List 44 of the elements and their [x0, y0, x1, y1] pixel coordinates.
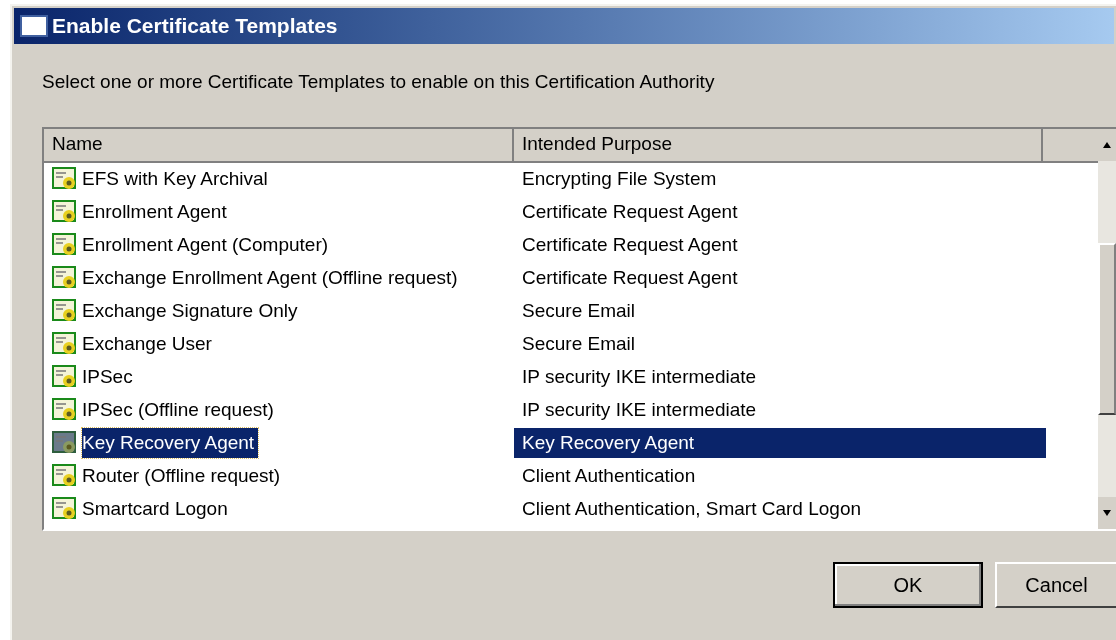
- template-name[interactable]: IPSec (Offline request): [82, 395, 278, 425]
- certificate-icon: [52, 200, 78, 224]
- template-name[interactable]: Enrollment Agent (Computer): [82, 230, 333, 260]
- certificate-icon: [52, 431, 78, 455]
- template-name[interactable]: IPSec: [82, 362, 137, 392]
- intended-purpose: IP security IKE intermediate: [521, 397, 758, 422]
- scroll-up-icon[interactable]: [1098, 128, 1116, 161]
- scrollbar[interactable]: [1098, 128, 1116, 529]
- intended-purpose: Secure Email: [521, 298, 636, 323]
- intended-purpose: Encrypting File System: [521, 166, 718, 191]
- window-icon: [20, 15, 48, 37]
- scroll-down-icon[interactable]: [1098, 496, 1116, 529]
- certificate-icon: [52, 332, 78, 356]
- intended-purpose: Secure Email: [521, 331, 636, 356]
- scroll-thumb[interactable]: [1098, 242, 1116, 415]
- column-header[interactable]: Name: [44, 128, 514, 163]
- template-name[interactable]: Exchange Enrollment Agent (Offline request): [82, 263, 462, 293]
- template-name[interactable]: Exchange Signature Only: [82, 296, 302, 326]
- certificate-icon: [52, 167, 78, 191]
- intended-purpose: Key Recovery Agent: [514, 428, 1046, 458]
- cancel-button[interactable]: Cancel: [995, 561, 1116, 608]
- intended-purpose: Certificate Request Agent: [521, 199, 739, 224]
- intended-purpose: Client Authentication: [521, 463, 697, 488]
- intended-purpose: Client Authentication, Smart Card Logon: [521, 496, 863, 521]
- certificate-icon: [52, 299, 78, 323]
- template-name[interactable]: Key Recovery Agent: [82, 428, 259, 458]
- intended-purpose: IP security IKE intermediate: [521, 364, 758, 389]
- certificate-icon: [52, 497, 78, 521]
- template-name[interactable]: EFS with Key Archival: [82, 164, 272, 194]
- template-name[interactable]: Router (Offline request): [82, 461, 285, 491]
- certificate-icon: [52, 266, 78, 290]
- certificate-icon: [52, 398, 78, 422]
- column-header[interactable]: Intended Purpose: [514, 128, 1043, 163]
- intended-purpose: Certificate Request Agent: [521, 265, 739, 290]
- window-title: Enable Certificate Templates: [52, 13, 338, 40]
- certificate-icon: [52, 233, 78, 257]
- certificate-icon: [52, 464, 78, 488]
- ok-button[interactable]: OK: [833, 561, 983, 608]
- intended-purpose: Certificate Request Agent: [521, 232, 739, 257]
- instruction-text: Select one or more Certificate Templates to enable on this Certification Authority: [42, 70, 716, 94]
- template-name[interactable]: Exchange User: [82, 329, 216, 359]
- certificate-icon: [52, 365, 78, 389]
- template-name[interactable]: Enrollment Agent: [82, 197, 231, 227]
- template-name[interactable]: Smartcard Logon: [82, 494, 232, 524]
